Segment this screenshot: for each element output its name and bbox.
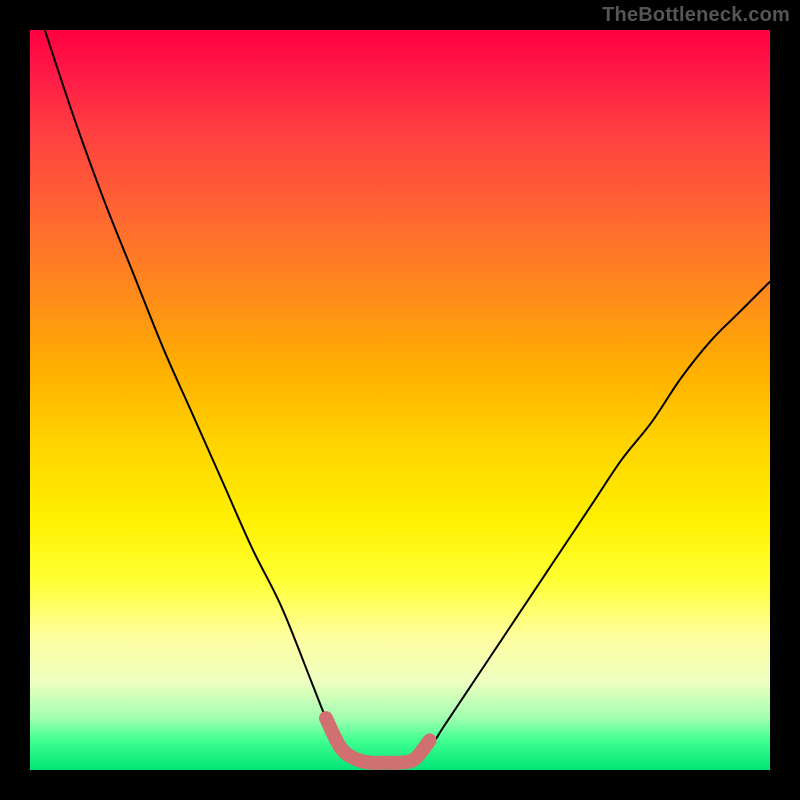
chart-container: TheBottleneck.com <box>0 0 800 800</box>
plot-area <box>30 30 770 770</box>
valley-highlight <box>326 718 430 763</box>
line-right-curve <box>415 282 770 759</box>
line-left-curve <box>45 30 356 759</box>
chart-svg <box>30 30 770 770</box>
watermark-text: TheBottleneck.com <box>602 4 790 27</box>
